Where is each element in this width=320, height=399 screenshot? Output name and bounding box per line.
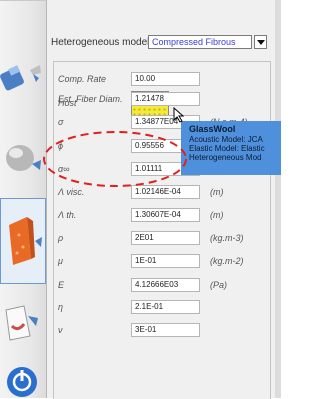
material-panel: Heterogeneous model: Compressed Fibrous …: [46, 0, 276, 399]
property-value-field[interactable]: 10.00: [131, 72, 200, 86]
model-label: Heterogeneous model:: [51, 37, 153, 48]
tooltip-line: Elastic Model: Elastic: [189, 144, 265, 153]
material-layer-icon: [9, 217, 42, 265]
layer-tool-button[interactable]: [0, 48, 46, 106]
property-row: μ 1E-01 (kg.m-2): [54, 253, 270, 271]
property-row: ρ 2E01 (kg.m-3): [54, 230, 270, 248]
property-value-field[interactable]: 1.30607E-04: [131, 208, 200, 222]
property-label: ν: [58, 325, 63, 335]
property-unit: (kg.m-3): [210, 233, 244, 243]
properties-box: Host Comp. Rate 10.00 Est. Fiber Diam. 1.21…: [53, 61, 271, 399]
property-label: μ: [58, 256, 63, 266]
property-label: Comp. Rate: [58, 74, 107, 84]
property-value-field[interactable]: 1E-01: [131, 254, 200, 268]
property-row: Λ th. 1.30607E-04 (m): [54, 207, 270, 225]
property-row: ν 3E-01: [54, 322, 270, 340]
model-select[interactable]: Compressed Fibrous: [148, 35, 252, 49]
property-row: η 2.1E-01: [54, 299, 270, 317]
chevron-down-icon[interactable]: [254, 35, 267, 49]
property-row: Comp. Rate 10.00: [54, 71, 270, 89]
tooltip-line: Acoustic Model: JCA: [189, 135, 263, 144]
material-layer-button[interactable]: [0, 198, 46, 284]
property-unit: (kg.m-2): [210, 256, 244, 266]
property-label: ρ: [58, 233, 64, 243]
property-value-field[interactable]: 3E-01: [131, 323, 200, 337]
property-unit: (Pa): [210, 280, 228, 290]
property-value-field[interactable]: 2E01: [131, 231, 200, 245]
material-model-row: Heterogeneous model: Compressed Fibrous: [47, 28, 275, 58]
power-icon: [7, 367, 37, 397]
tooltip-title: GlassWool: [189, 124, 236, 134]
annotation-ellipse: [43, 131, 187, 187]
property-label: Est. Fiber Diam.: [58, 94, 123, 104]
property-label: Λ th.: [58, 210, 77, 220]
toolbar-separator: [0, 0, 46, 1]
document-arrow-icon: [5, 305, 38, 341]
mouse-cursor-icon: [173, 107, 185, 123]
power-button[interactable]: [0, 356, 46, 398]
property-value-field[interactable]: 2.1E-01: [131, 300, 200, 314]
property-unit: (m): [210, 187, 224, 197]
property-label: E: [58, 280, 65, 290]
material-tooltip: GlassWool Acoustic Model: JCA Elastic Mo…: [181, 121, 281, 175]
document-arrow-button[interactable]: [0, 296, 46, 352]
scrollbar-track[interactable]: [275, 0, 281, 398]
layer-tool-icon: [0, 65, 41, 91]
left-toolbar: [0, 0, 46, 398]
property-unit: (m): [210, 210, 224, 220]
property-label: η: [58, 302, 63, 312]
property-row: Est. Fiber Diam. 1.21478: [54, 91, 270, 109]
property-value-field[interactable]: 4.12666E03: [131, 278, 200, 292]
property-value-field[interactable]: 1.21478: [131, 92, 200, 106]
property-row: E 4.12666E03 (Pa): [54, 277, 270, 295]
tooltip-line: Heterogeneous Mod: [189, 153, 262, 162]
